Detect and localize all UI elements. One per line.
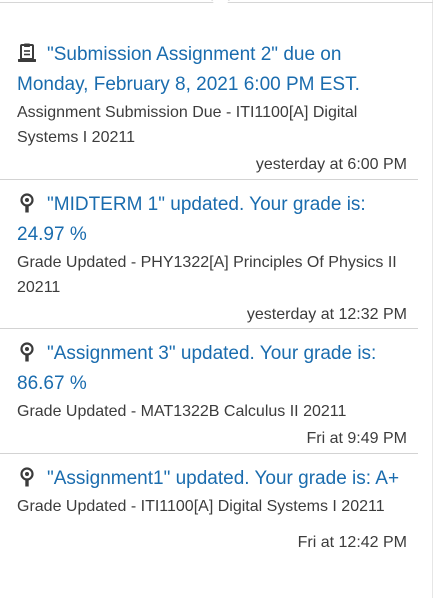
dropdown-pointer bbox=[0, 0, 433, 10]
notification-title-text[interactable]: "Assignment1" updated. Your grade is: A+ bbox=[47, 468, 399, 489]
notification-item[interactable]: "Submission Assignment 2" due on Monday,… bbox=[0, 30, 418, 180]
notifications-panel: "Submission Assignment 2" due on Monday,… bbox=[0, 0, 433, 598]
notification-title-link[interactable]: "MIDTERM 1" updated. Your grade is: 24.9… bbox=[17, 190, 408, 250]
notification-timestamp: yesterday at 12:32 PM bbox=[246, 306, 407, 323]
notification-item[interactable]: "Assignment1" updated. Your grade is: A+… bbox=[0, 454, 418, 598]
notification-title-link[interactable]: "Assignment 3" updated. Your grade is: 8… bbox=[17, 339, 408, 399]
notification-title-link[interactable]: "Assignment1" updated. Your grade is: A+ bbox=[17, 464, 408, 494]
notification-list: "Submission Assignment 2" due on Monday,… bbox=[0, 30, 418, 598]
notification-title-text[interactable]: "MIDTERM 1" updated. Your grade is: 24.9… bbox=[17, 194, 366, 245]
notification-item[interactable]: "Assignment 3" updated. Your grade is: 8… bbox=[0, 329, 418, 454]
dropdown-caret bbox=[211, 0, 230, 10]
notification-title-text[interactable]: "Assignment 3" updated. Your grade is: 8… bbox=[17, 343, 376, 394]
grade-award-icon bbox=[17, 193, 37, 213]
notification-description: Assignment Submission Due - ITI1100[A] D… bbox=[17, 104, 358, 146]
notification-item[interactable]: "MIDTERM 1" updated. Your grade is: 24.9… bbox=[0, 180, 418, 329]
grade-award-icon bbox=[17, 342, 37, 362]
notification-description: Grade Updated - PHY1322[A] Principles Of… bbox=[17, 254, 397, 296]
assignment-submission-icon bbox=[17, 43, 37, 63]
grade-award-icon bbox=[17, 467, 37, 487]
notification-description: Grade Updated - MAT1322B Calculus II 202… bbox=[17, 403, 347, 420]
notification-description: Grade Updated - ITI1100[A] Digital Syste… bbox=[17, 498, 385, 515]
notification-title-link[interactable]: "Submission Assignment 2" due on Monday,… bbox=[17, 40, 408, 100]
notification-timestamp: Fri at 12:42 PM bbox=[297, 534, 407, 551]
notification-timestamp: yesterday at 6:00 PM bbox=[255, 156, 407, 173]
notification-title-text[interactable]: "Submission Assignment 2" due on Monday,… bbox=[17, 44, 360, 95]
notification-timestamp: Fri at 9:49 PM bbox=[306, 430, 407, 447]
